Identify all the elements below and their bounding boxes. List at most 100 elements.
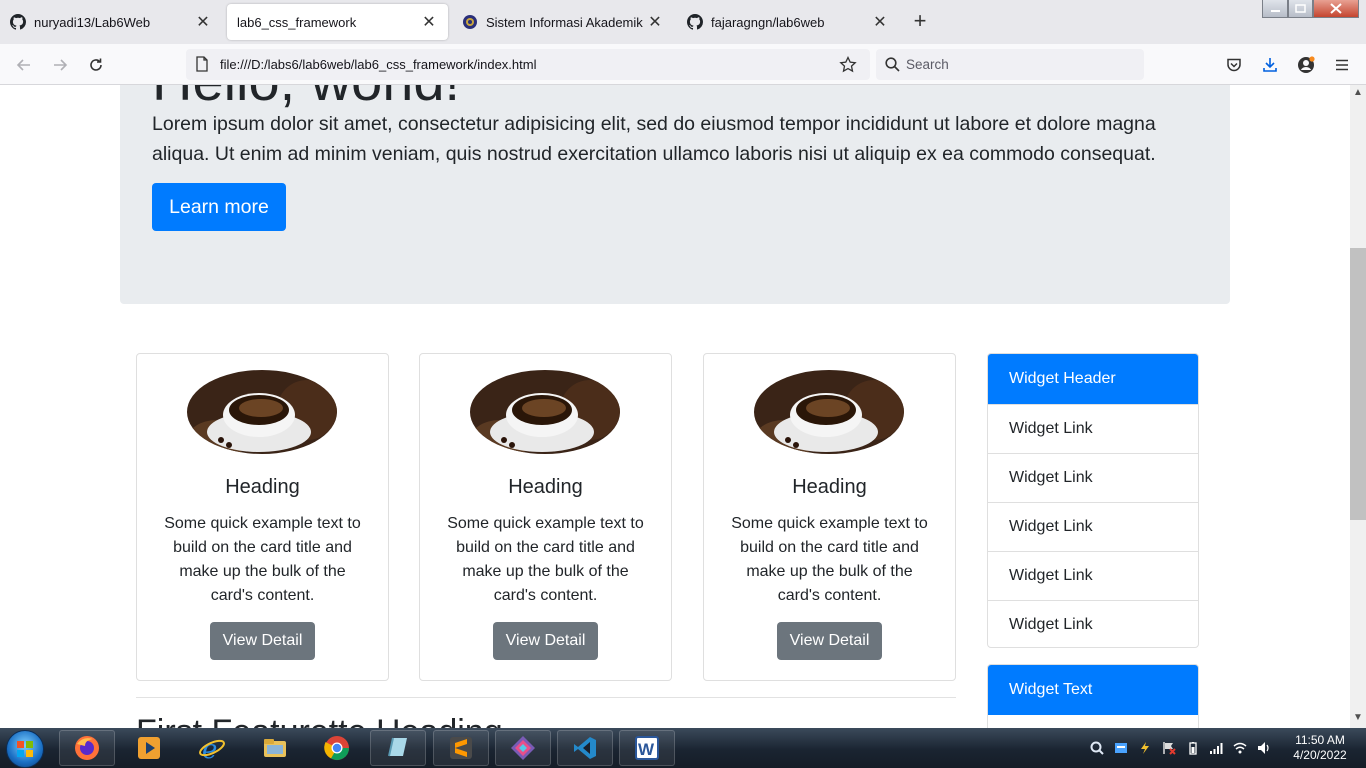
start-button[interactable] bbox=[6, 730, 44, 768]
folder-icon bbox=[264, 739, 286, 757]
card-text: Some quick example text to build on the … bbox=[447, 515, 644, 604]
widget-link[interactable]: Widget Link bbox=[988, 404, 1198, 453]
address-bar[interactable]: file:///D:/labs6/lab6web/lab6_css_framew… bbox=[186, 49, 870, 80]
keyboard-tray-icon[interactable] bbox=[1114, 741, 1128, 755]
view-detail-button[interactable]: View Detail bbox=[777, 622, 882, 660]
close-icon bbox=[1330, 3, 1342, 14]
wifi-tray-icon[interactable] bbox=[1233, 741, 1247, 755]
forward-button[interactable] bbox=[47, 52, 73, 78]
windows-taskbar: e W bbox=[0, 728, 1366, 768]
arrow-right-icon bbox=[54, 59, 68, 71]
card-text: Some quick example text to build on the … bbox=[164, 515, 361, 604]
close-tab-icon[interactable]: ✕ bbox=[871, 12, 889, 32]
tab-nuryadi-lab6web[interactable]: nuryadi13/Lab6Web ✕ bbox=[0, 4, 222, 40]
jumbotron-lead: Lorem ipsum dolor sit amet, consectetur … bbox=[152, 113, 1156, 165]
tab-title: fajaragngn/lab6web bbox=[711, 14, 825, 30]
firefox-icon bbox=[75, 736, 99, 760]
media-player-icon bbox=[138, 737, 160, 759]
svg-text:W: W bbox=[638, 740, 655, 759]
tab-title: Sistem Informasi Akademik bbox=[486, 14, 643, 30]
taskbar-vscode[interactable] bbox=[557, 730, 613, 766]
url-text: file:///D:/labs6/lab6web/lab6_css_framew… bbox=[220, 57, 537, 72]
reload-button[interactable] bbox=[83, 52, 109, 78]
card: Heading Some quick example text to build… bbox=[419, 353, 672, 681]
sublime-text-icon bbox=[450, 737, 472, 759]
signal-tray-icon[interactable] bbox=[1209, 741, 1223, 755]
widget-text-header: Widget Text bbox=[988, 665, 1198, 715]
taskbar-media-player[interactable] bbox=[121, 730, 177, 766]
pocket-icon bbox=[1227, 58, 1241, 72]
search-tray-icon[interactable] bbox=[1090, 741, 1104, 755]
widget-link[interactable]: Widget Link bbox=[988, 600, 1198, 647]
taskbar-git-tool[interactable] bbox=[495, 730, 551, 766]
taskbar-firefox[interactable] bbox=[59, 730, 115, 766]
tab-title: nuryadi13/Lab6Web bbox=[34, 14, 151, 30]
page-viewport: Hello, world! Lorem ipsum dolor sit amet… bbox=[0, 85, 1350, 728]
tab-sistem-informasi-akademik[interactable]: Sistem Informasi Akademik ✕ bbox=[452, 4, 674, 40]
bookmark-star-icon[interactable] bbox=[839, 56, 857, 74]
featurette-heading: First Featurette Heading bbox=[136, 713, 503, 728]
action-center-flag-icon[interactable] bbox=[1162, 741, 1176, 755]
back-button[interactable] bbox=[11, 52, 37, 78]
taskbar-internet-explorer[interactable]: e bbox=[184, 730, 240, 766]
search-placeholder: Search bbox=[906, 57, 949, 72]
close-tab-icon[interactable]: ✕ bbox=[420, 12, 438, 32]
downloads-button[interactable] bbox=[1257, 52, 1283, 78]
jumbotron: Hello, world! Lorem ipsum dolor sit amet… bbox=[120, 85, 1230, 304]
power-tray-icon[interactable] bbox=[1138, 741, 1152, 755]
scroll-down-icon[interactable]: ▼ bbox=[1353, 712, 1363, 723]
widget-link[interactable]: Widget Link bbox=[988, 551, 1198, 600]
reload-icon bbox=[90, 58, 102, 71]
taskbar-word[interactable]: W bbox=[619, 730, 675, 766]
restore-icon bbox=[1295, 4, 1306, 13]
windows-logo-icon bbox=[17, 741, 33, 757]
download-icon bbox=[1263, 58, 1277, 72]
search-bar[interactable]: Search bbox=[876, 49, 1144, 80]
taskbar-file-explorer[interactable] bbox=[247, 730, 303, 766]
word-icon: W bbox=[635, 736, 659, 760]
account-button[interactable] bbox=[1293, 52, 1319, 78]
scroll-thumb[interactable] bbox=[1350, 248, 1366, 520]
close-tab-icon[interactable]: ✕ bbox=[194, 12, 212, 32]
card-title: Heading bbox=[508, 476, 583, 498]
account-icon bbox=[1298, 56, 1315, 73]
notes-icon bbox=[388, 737, 407, 757]
tab-title: lab6_css_framework bbox=[237, 14, 357, 30]
minimize-button[interactable] bbox=[1262, 0, 1288, 18]
card-title: Heading bbox=[225, 476, 300, 498]
widget-text-panel: Widget Text bbox=[987, 664, 1199, 728]
view-detail-button[interactable]: View Detail bbox=[210, 622, 315, 660]
taskbar-sublime-text[interactable] bbox=[433, 730, 489, 766]
close-window-button[interactable] bbox=[1313, 0, 1359, 18]
clock-date: 4/20/2022 bbox=[1293, 748, 1347, 762]
search-icon bbox=[885, 57, 900, 72]
new-tab-button[interactable]: + bbox=[908, 10, 932, 34]
battery-tray-icon[interactable] bbox=[1186, 741, 1200, 755]
git-diamond-icon bbox=[511, 736, 535, 760]
taskbar-chrome[interactable] bbox=[309, 730, 365, 766]
coffee-image bbox=[187, 370, 337, 454]
coffee-image bbox=[470, 370, 620, 454]
tab-fajaragngn-lab6web[interactable]: fajaragngn/lab6web ✕ bbox=[677, 4, 899, 40]
close-tab-icon[interactable]: ✕ bbox=[646, 12, 664, 32]
page-scrollbar[interactable]: ▲ ▼ bbox=[1350, 85, 1366, 728]
widget-link[interactable]: Widget Link bbox=[988, 502, 1198, 551]
menu-button[interactable] bbox=[1329, 52, 1355, 78]
chrome-icon bbox=[324, 736, 349, 761]
pocket-button[interactable] bbox=[1221, 52, 1247, 78]
widget-link[interactable]: Widget Link bbox=[988, 453, 1198, 502]
internet-explorer-icon: e bbox=[199, 735, 225, 762]
github-icon bbox=[687, 14, 703, 30]
scroll-up-icon[interactable]: ▲ bbox=[1353, 87, 1363, 98]
card-text: Some quick example text to build on the … bbox=[731, 515, 928, 604]
view-detail-button[interactable]: View Detail bbox=[493, 622, 598, 660]
maximize-button[interactable] bbox=[1288, 0, 1313, 18]
widget-header: Widget Header bbox=[988, 354, 1198, 404]
taskbar-clock[interactable]: 11:50 AM 4/20/2022 bbox=[1280, 733, 1360, 763]
tab-lab6-css-framework[interactable]: lab6_css_framework ✕ bbox=[227, 4, 448, 40]
volume-tray-icon[interactable] bbox=[1257, 741, 1271, 755]
vscode-icon bbox=[574, 737, 596, 759]
tab-strip: nuryadi13/Lab6Web ✕ lab6_css_framework ✕… bbox=[0, 0, 1366, 44]
learn-more-button[interactable]: Learn more bbox=[152, 183, 286, 231]
taskbar-notes-app[interactable] bbox=[370, 730, 426, 766]
